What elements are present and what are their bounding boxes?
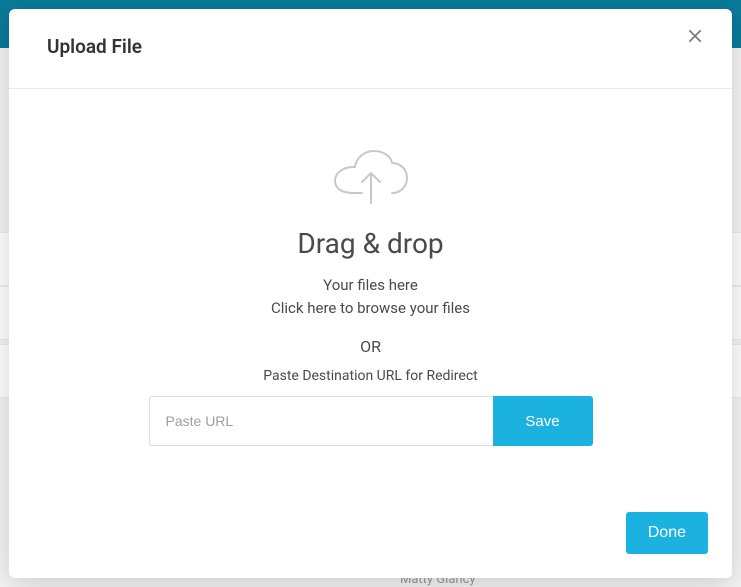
url-input-row: Save [149,396,593,446]
modal-header: Upload File [9,9,732,89]
url-instruction-label: Paste Destination URL for Redirect [263,368,478,384]
modal-body: Drag & drop Your files here Click here t… [9,89,732,512]
upload-file-modal: Upload File Drag & drop Your files here … [9,9,732,578]
drag-drop-title: Drag & drop [297,227,443,260]
files-here-text: Your files here [323,274,418,297]
close-button[interactable] [684,25,706,47]
save-button[interactable]: Save [493,396,593,446]
modal-footer: Done [9,512,732,578]
done-button[interactable]: Done [626,512,708,554]
close-icon [686,27,704,45]
or-separator: OR [360,337,381,356]
modal-title: Upload File [47,35,142,58]
cloud-upload-icon [330,149,412,207]
url-input[interactable] [149,396,493,446]
browse-files-link[interactable]: Click here to browse your files [271,297,470,320]
